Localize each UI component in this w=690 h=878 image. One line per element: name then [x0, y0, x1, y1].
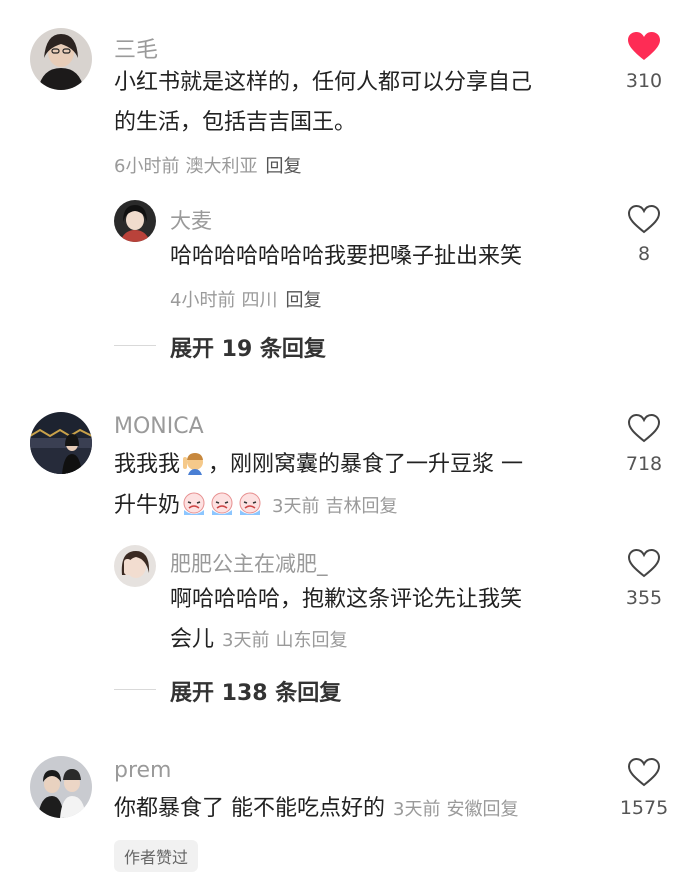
comment-username[interactable]: 大麦 [170, 205, 212, 235]
heart-outline-icon [627, 413, 661, 443]
comment-username[interactable]: 三毛 [114, 32, 158, 64]
reply-button[interactable]: 回复 [265, 156, 301, 177]
like-button[interactable] [627, 31, 661, 65]
expand-replies-button[interactable]: 展开 19 条回复 [170, 331, 326, 363]
avatar[interactable] [114, 200, 156, 242]
crying-face-emoji-icon [180, 491, 208, 515]
comment-time: 4小时前 [170, 290, 236, 311]
heart-filled-icon [628, 32, 660, 60]
like-count: 718 [625, 453, 663, 475]
comment-username[interactable]: 肥肥公主在减肥_ [170, 548, 328, 578]
like-button[interactable] [627, 548, 661, 582]
heart-outline-icon [627, 757, 661, 787]
comment-meta: 6小时前 澳大利亚 回复 [114, 152, 301, 178]
crying-face-emoji-icon [236, 491, 264, 515]
comment-time: 3天前 [393, 799, 441, 820]
reply-button[interactable]: 回复 [311, 630, 347, 651]
author-liked-badge: 作者赞过 [114, 840, 199, 872]
comment-text-part: 会儿 [170, 627, 215, 652]
person-raising-hand-emoji-icon [180, 450, 208, 475]
comment-location: 安徽 [446, 799, 483, 820]
like-button[interactable] [627, 413, 661, 447]
avatar[interactable] [30, 28, 92, 90]
comment-location: 澳大利亚 [185, 156, 258, 177]
like-count: 310 [625, 70, 663, 92]
comment-text-line: 的生活，包括吉吉国王。 [114, 110, 357, 135]
comment-location: 吉林 [325, 496, 362, 517]
avatar-image [30, 28, 92, 90]
comment-text-part: 我我我 [114, 452, 181, 477]
comment-location: 山东 [275, 630, 312, 651]
like-count: 1575 [619, 797, 669, 819]
heart-outline-icon [627, 548, 661, 578]
reply-button[interactable]: 回复 [285, 290, 321, 311]
comment-text-line: 你都暴食了 能不能吃点好的 3天前 安徽回复 [114, 790, 518, 829]
avatar[interactable] [30, 756, 92, 818]
crying-face-emoji-icon [208, 491, 236, 515]
avatar-image [114, 545, 156, 587]
comment-text-part: 升牛奶 [114, 493, 181, 518]
like-button[interactable] [627, 757, 661, 791]
heart-outline-icon [627, 204, 661, 234]
avatar-image [114, 200, 156, 242]
avatar[interactable] [114, 545, 156, 587]
comment-text-line: 我我我 ，刚刚窝囊的暴食了一升豆浆 一 [114, 446, 523, 484]
comment-text-line: 啊哈哈哈哈，抱歉这条评论先让我笑 [170, 587, 523, 612]
comment-time: 3天前 [272, 496, 320, 517]
avatar[interactable] [30, 412, 92, 474]
avatar-image [30, 756, 92, 818]
avatar-image [30, 412, 92, 474]
comment-username[interactable]: MONICA [114, 414, 204, 439]
reply-button[interactable]: 回复 [482, 799, 518, 820]
comment-text: 你都暴食了 能不能吃点好的 [114, 796, 385, 821]
like-button[interactable] [627, 204, 661, 238]
comment-text-line: 小红书就是这样的，任何人都可以分享自己 [114, 70, 533, 95]
comment-username[interactable]: prem [114, 758, 172, 783]
comment-time: 3天前 [222, 630, 270, 651]
divider [114, 689, 156, 690]
expand-replies-button[interactable]: 展开 138 条回复 [170, 675, 341, 707]
comment-text-line: 升牛奶 3天前 吉林回复 [114, 487, 397, 526]
reply-button[interactable]: 回复 [361, 496, 397, 517]
comment-time: 6小时前 [114, 156, 180, 177]
divider [114, 345, 156, 346]
comment-text: 哈哈哈哈哈哈哈我要把嗓子扯出来笑 [170, 244, 523, 269]
comment-text-part: ，刚刚窝囊的暴食了一升豆浆 一 [208, 452, 524, 477]
comment-text-line: 会儿 3天前 山东回复 [170, 621, 347, 660]
comment-location: 四川 [241, 290, 278, 311]
comment-meta: 4小时前 四川 回复 [170, 286, 321, 312]
like-count: 8 [637, 243, 651, 265]
like-count: 355 [625, 587, 663, 609]
